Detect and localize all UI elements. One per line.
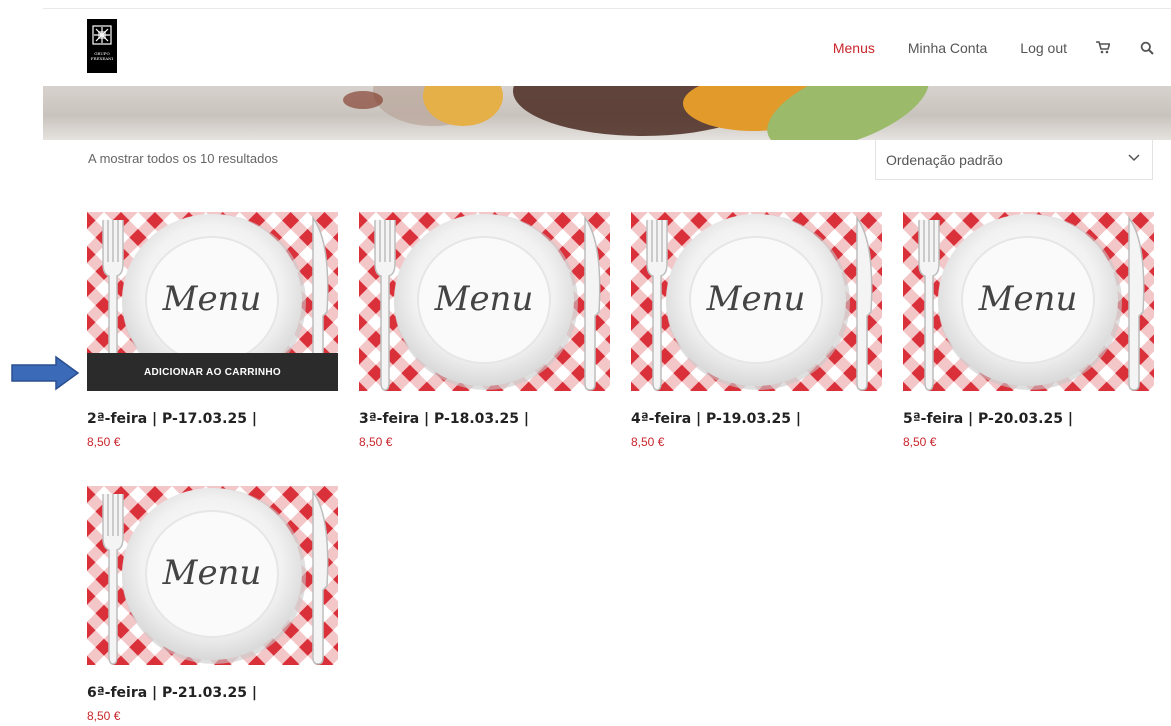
product-image-text: Menu bbox=[434, 279, 534, 319]
product-card: Menu ADICIONAR AO CARRINHO 2ª-feira | P-… bbox=[87, 212, 338, 449]
search-icon[interactable] bbox=[1139, 40, 1155, 56]
nav-menus[interactable]: Menus bbox=[833, 40, 875, 56]
product-image-text: Menu bbox=[162, 279, 262, 319]
product-card: Menu 6ª-feira | P-21.03.25 | 8,50 € bbox=[87, 486, 338, 723]
product-price: 8,50 € bbox=[631, 435, 665, 449]
arrow-right-icon bbox=[11, 355, 80, 391]
product-price: 8,50 € bbox=[903, 435, 937, 449]
product-card: Menu 4ª-feira | P-19.03.25 | 8,50 € bbox=[631, 212, 882, 449]
product-title[interactable]: 2ª-feira | P-17.03.25 | bbox=[87, 411, 338, 427]
chevron-down-icon bbox=[1128, 154, 1140, 162]
product-card: Menu 5ª-feira | P-20.03.25 | 8,50 € bbox=[903, 212, 1154, 449]
product-image[interactable]: Menu bbox=[903, 212, 1154, 391]
product-title[interactable]: 3ª-feira | P-18.03.25 | bbox=[359, 411, 610, 427]
product-price: 8,50 € bbox=[359, 435, 393, 449]
sort-select[interactable]: Ordenação padrão bbox=[875, 139, 1153, 180]
product-image[interactable]: Menu bbox=[87, 486, 338, 665]
product-image-text: Menu bbox=[162, 553, 262, 593]
product-image[interactable]: Menu ADICIONAR AO CARRINHO bbox=[87, 212, 338, 391]
product-price: 8,50 € bbox=[87, 435, 121, 449]
site-logo[interactable]: GRUPO FREXEANI bbox=[87, 19, 117, 73]
product-image[interactable]: Menu bbox=[631, 212, 882, 391]
product-image[interactable]: Menu bbox=[359, 212, 610, 391]
sort-selected-value: Ordenação padrão bbox=[886, 151, 1003, 168]
main-nav: Menus Minha Conta Log out bbox=[800, 9, 1155, 86]
product-image-text: Menu bbox=[706, 279, 806, 319]
product-title[interactable]: 5ª-feira | P-20.03.25 | bbox=[903, 411, 1154, 427]
nav-log-out[interactable]: Log out bbox=[1020, 40, 1067, 56]
product-title[interactable]: 6ª-feira | P-21.03.25 | bbox=[87, 685, 338, 701]
product-card: Menu 3ª-feira | P-18.03.25 | 8,50 € bbox=[359, 212, 610, 449]
product-price: 8,50 € bbox=[87, 709, 121, 723]
nav-minha-conta[interactable]: Minha Conta bbox=[908, 40, 987, 56]
logo-text-line-2: FREXEANI bbox=[90, 56, 114, 61]
hero-banner-image bbox=[43, 86, 1171, 140]
result-count: A mostrar todos os 10 resultados bbox=[88, 151, 279, 166]
add-to-cart-button[interactable]: ADICIONAR AO CARRINHO bbox=[87, 353, 338, 391]
logo-emblem-icon bbox=[92, 25, 112, 45]
product-title[interactable]: 4ª-feira | P-19.03.25 | bbox=[631, 411, 882, 427]
cart-icon[interactable] bbox=[1095, 40, 1111, 56]
product-image-text: Menu bbox=[978, 279, 1078, 319]
site-header: GRUPO FREXEANI Menus Minha Conta Log out bbox=[43, 9, 1171, 86]
